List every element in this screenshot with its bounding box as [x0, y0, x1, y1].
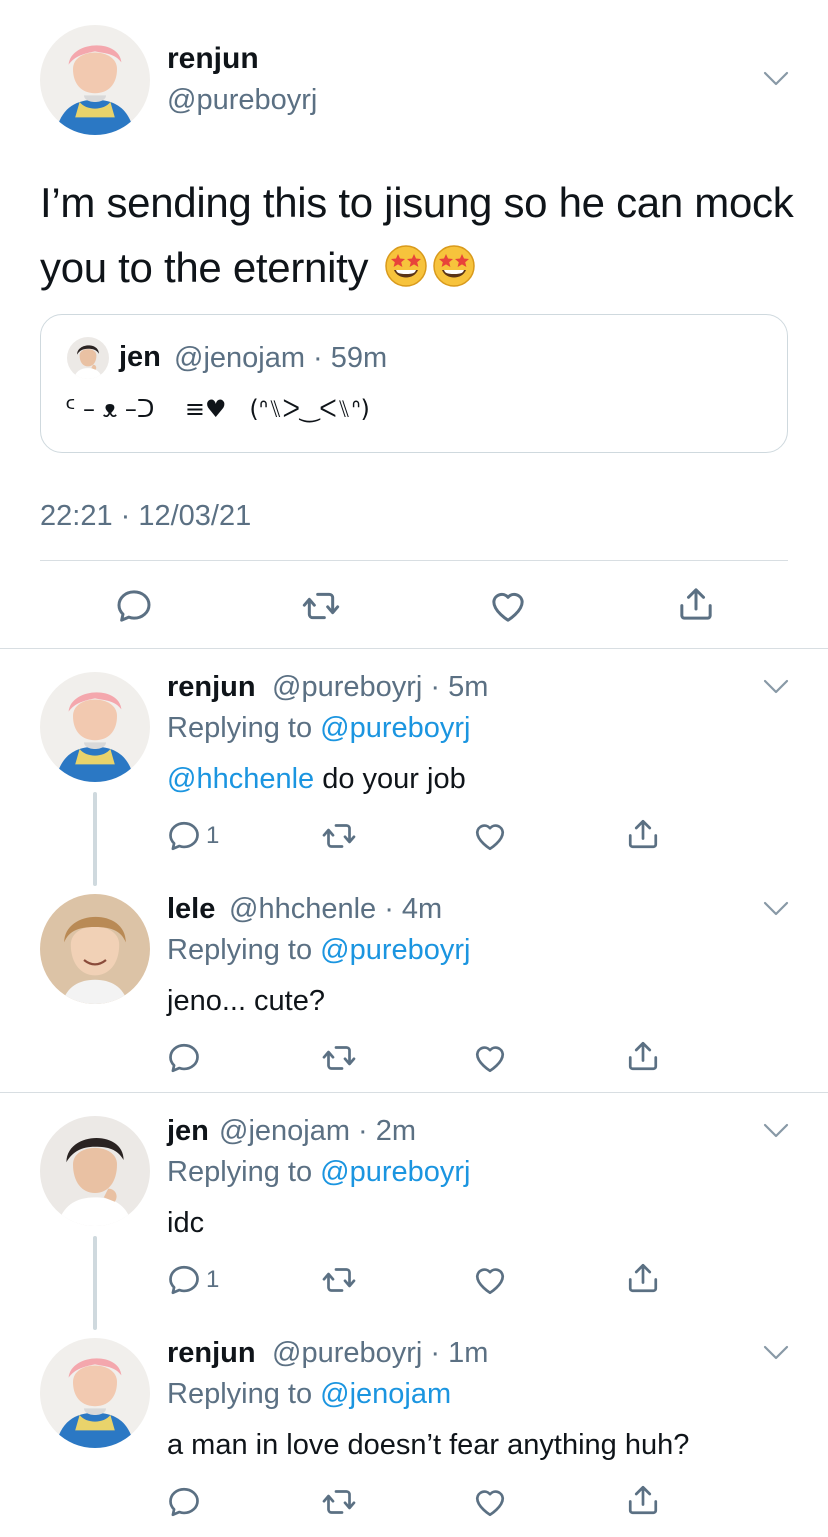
share-button[interactable]	[625, 816, 661, 852]
reply-count: 1	[206, 1266, 220, 1293]
replying-prefix: Replying to	[167, 712, 321, 744]
retweet-icon	[321, 818, 357, 854]
avatar-image	[40, 1338, 150, 1448]
replying-to-link[interactable]: @pureboyrj	[320, 934, 470, 966]
reply-button[interactable]	[166, 1040, 202, 1076]
avatar[interactable]	[40, 25, 150, 135]
avatar[interactable]	[40, 672, 150, 782]
replying-prefix: Replying to	[167, 934, 321, 966]
quoted-tweet[interactable]: jen @jenojam · 59m ᑦ – ᴥ –ᑐ ≡♥ (ᐢ⑊ᐳ‿ᐸ⑊ᐢ)	[40, 314, 788, 453]
retweet-icon	[301, 586, 341, 626]
chevron-down-icon[interactable]	[763, 1123, 789, 1139]
author-meta: @pureboyrj · 5m	[272, 671, 489, 703]
replying-prefix: Replying to	[167, 1378, 321, 1410]
retweet-icon	[321, 1262, 357, 1298]
reply-button[interactable]	[166, 1484, 202, 1520]
avatar[interactable]	[40, 1338, 150, 1448]
author-name[interactable]: lele	[167, 893, 215, 926]
divider	[0, 1092, 828, 1093]
tweet-text: I’m sending this to jisung so he can moc…	[40, 170, 800, 300]
reply-count: 1	[206, 822, 220, 849]
share-button[interactable]	[625, 1482, 661, 1518]
reply-button[interactable]: 1	[166, 818, 219, 854]
like-button[interactable]	[472, 818, 508, 854]
divider	[0, 648, 828, 649]
like-button[interactable]	[472, 1040, 508, 1076]
avatar-image	[40, 25, 150, 135]
quote-avatar	[67, 337, 109, 379]
reply-text: jeno... cute?	[167, 985, 325, 1017]
share-icon	[625, 1260, 661, 1296]
retweet-button[interactable]	[321, 1040, 357, 1076]
share-button[interactable]	[676, 584, 716, 624]
heart-icon	[472, 818, 508, 854]
like-button[interactable]	[472, 1484, 508, 1520]
replying-to: Replying to @pureboyrj	[167, 712, 471, 745]
retweet-icon	[321, 1484, 357, 1520]
reply-icon	[166, 1040, 202, 1076]
like-button[interactable]	[488, 586, 528, 626]
author-name[interactable]: renjun	[167, 1337, 256, 1370]
avatar[interactable]	[40, 894, 150, 1004]
reply-button[interactable]	[114, 586, 154, 626]
heart-icon	[472, 1040, 508, 1076]
retweet-button[interactable]	[321, 1262, 357, 1298]
author-name[interactable]: renjun	[167, 671, 256, 704]
retweet-button[interactable]	[301, 586, 341, 626]
replying-prefix: Replying to	[167, 1156, 321, 1188]
share-icon	[625, 1482, 661, 1518]
replying-to: Replying to @pureboyrj	[167, 1156, 471, 1189]
share-icon	[625, 1038, 661, 1074]
replying-to: Replying to @pureboyrj	[167, 934, 471, 967]
reply-icon	[166, 818, 202, 854]
reply-text-content: do your job	[314, 763, 466, 795]
star-struck-emoji-icon	[432, 244, 476, 288]
reply-icon	[166, 1484, 202, 1520]
retweet-button[interactable]	[321, 1484, 357, 1520]
replying-to-link[interactable]: @pureboyrj	[320, 1156, 470, 1188]
like-button[interactable]	[472, 1262, 508, 1298]
quote-author-name: jen	[119, 341, 161, 373]
share-button[interactable]	[625, 1038, 661, 1074]
avatar[interactable]	[40, 1116, 150, 1226]
author-meta: @jenojam · 2m	[219, 1115, 417, 1147]
reply-button[interactable]: 1	[166, 1262, 219, 1298]
heart-icon	[488, 586, 528, 626]
mention-link[interactable]: @hhchenle	[167, 763, 314, 795]
chevron-down-icon[interactable]	[763, 679, 789, 695]
avatar-image	[40, 894, 150, 1004]
thread-line	[93, 792, 97, 886]
quote-author-handle: @jenojam · 59m	[174, 342, 388, 374]
reply-text: a man in love doesn’t fear anything huh?	[167, 1429, 690, 1461]
chevron-down-icon[interactable]	[763, 1345, 789, 1361]
heart-icon	[472, 1262, 508, 1298]
retweet-icon	[321, 1040, 357, 1076]
heart-icon	[472, 1484, 508, 1520]
retweet-button[interactable]	[321, 818, 357, 854]
divider	[40, 560, 788, 561]
author-name[interactable]: jen	[167, 1115, 209, 1148]
reply-text: idc	[167, 1207, 205, 1239]
reply-icon	[166, 1262, 202, 1298]
chevron-down-icon[interactable]	[763, 901, 789, 917]
share-icon	[625, 816, 661, 852]
author-handle[interactable]: @pureboyrj	[167, 84, 317, 117]
chevron-down-icon[interactable]	[763, 71, 789, 87]
author-meta: @hhchenle · 4m	[229, 893, 443, 925]
tweet-timestamp[interactable]: 22:21 · 12/03/21	[40, 500, 251, 533]
replying-to-link[interactable]: @pureboyrj	[320, 712, 470, 744]
author-name[interactable]: renjun	[167, 42, 259, 76]
share-button[interactable]	[625, 1260, 661, 1296]
share-icon	[676, 584, 716, 624]
quote-text: ᑦ – ᴥ –ᑐ ≡♥ (ᐢ⑊ᐳ‿ᐸ⑊ᐢ)	[65, 395, 370, 423]
author-meta: @pureboyrj · 1m	[272, 1337, 489, 1369]
star-struck-emoji-icon	[384, 244, 428, 288]
thread-line	[93, 1236, 97, 1330]
replying-to: Replying to @jenojam	[167, 1378, 451, 1411]
replying-to-link[interactable]: @jenojam	[320, 1378, 451, 1410]
reply-icon	[114, 586, 154, 626]
reply-text: @hhchenle do your job	[167, 763, 466, 796]
avatar-image	[40, 1116, 150, 1226]
avatar-image	[40, 672, 150, 782]
